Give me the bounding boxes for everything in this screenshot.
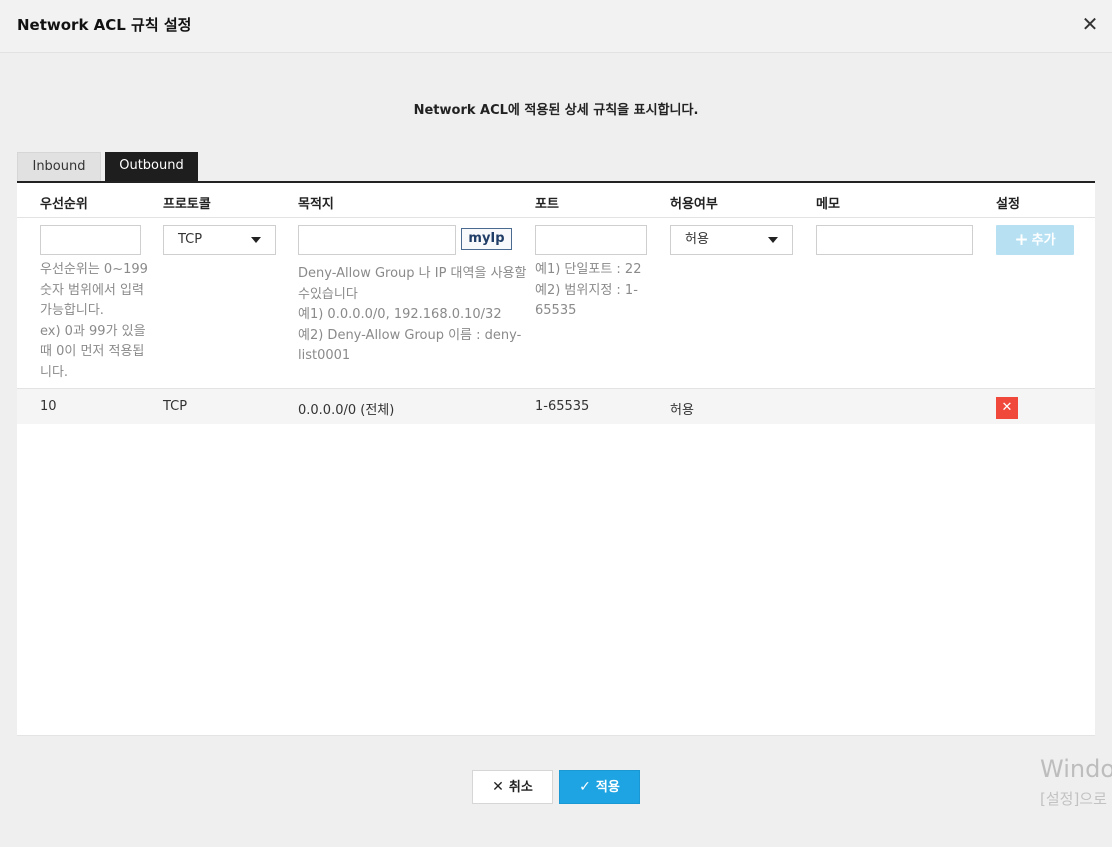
dialog-header: Network ACL 규칙 설정 ✕ — [0, 0, 1112, 53]
help-line: 예2) Deny-Allow Group 이름 : deny- — [298, 327, 522, 343]
help-line: ex) 0과 99가 있을 — [40, 323, 146, 339]
protocol-select-value: TCP — [178, 232, 203, 247]
row-port: 1-65535 — [535, 399, 590, 414]
new-rule-row: TCP myIp 허용 + 추가 우선순위는 0~199 숫자 범위에서 입력 가… — [17, 218, 1095, 389]
caret-down-icon — [768, 237, 778, 243]
header-port: 포트 — [535, 197, 559, 212]
add-rule-button[interactable]: + 추가 — [996, 225, 1074, 255]
header-protocol: 프로토콜 — [163, 197, 211, 212]
add-rule-label: 추가 — [1031, 233, 1056, 248]
destination-help: Deny-Allow Group 나 IP 대역을 사용할 수있습니다 예1) … — [298, 264, 528, 367]
dialog-description: Network ACL에 적용된 상세 규칙을 표시합니다. — [413, 103, 699, 118]
apply-label: 적용 — [595, 780, 620, 795]
row-priority: 10 — [40, 399, 57, 414]
help-line: Deny-Allow Group 나 IP 대역을 사용할 — [298, 266, 527, 281]
port-input[interactable] — [535, 225, 647, 255]
dialog-title: Network ACL 규칙 설정 — [17, 16, 192, 34]
cancel-label: 취소 — [508, 780, 533, 795]
memo-input[interactable] — [816, 225, 973, 255]
priority-input[interactable] — [40, 225, 141, 255]
tab-inbound[interactable]: Inbound — [17, 152, 101, 182]
header-settings: 설정 — [996, 197, 1020, 212]
help-line: 니다. — [40, 364, 69, 380]
help-line: 예2) 범위지정 : 1- — [535, 282, 638, 298]
port-help: 예1) 단일포트 : 22 예2) 범위지정 : 1- 65535 — [535, 260, 655, 322]
activation-watermark-title: Windo — [1040, 755, 1112, 783]
cancel-button[interactable]: ✕ 취소 — [472, 770, 553, 804]
header-allow: 허용여부 — [670, 197, 718, 212]
help-line: 가능합니다. — [40, 303, 104, 318]
close-icon[interactable]: ✕ — [1080, 14, 1100, 34]
myip-button[interactable]: myIp — [461, 228, 512, 250]
check-icon: ✓ — [579, 779, 591, 795]
table-row: 10 TCP 0.0.0.0/0 (전체) 1-65535 허용 ✕ — [17, 389, 1095, 424]
protocol-select[interactable]: TCP — [163, 225, 276, 255]
activation-watermark-text: [설정]으로 — [1040, 790, 1107, 808]
help-line: 예1) 0.0.0.0/0, 192.168.0.10/32 — [298, 307, 502, 322]
help-line: 숫자 범위에서 입력 — [40, 282, 144, 298]
table-header: 우선순위 프로토콜 목적지 포트 허용여부 메모 설정 — [17, 183, 1095, 218]
help-line: 수있습니다 — [298, 286, 358, 302]
plus-icon: + — [1014, 230, 1029, 250]
header-destination: 목적지 — [298, 197, 334, 212]
destination-input[interactable] — [298, 225, 456, 255]
priority-help: 우선순위는 0~199 숫자 범위에서 입력 가능합니다. ex) 0과 99가… — [40, 260, 150, 383]
help-line: 65535 — [535, 303, 577, 318]
help-line: 우선순위는 0~199 — [40, 262, 148, 277]
rules-panel: 우선순위 프로토콜 목적지 포트 허용여부 메모 설정 TCP myIp 허용 … — [17, 181, 1095, 736]
header-priority: 우선순위 — [40, 197, 88, 212]
help-line: 때 0이 먼저 적용됩 — [40, 344, 145, 359]
delete-rule-button[interactable]: ✕ — [996, 397, 1018, 419]
caret-down-icon — [251, 237, 261, 243]
tab-outbound[interactable]: Outbound — [105, 152, 198, 182]
row-destination: 0.0.0.0/0 (전체) — [298, 403, 395, 418]
allow-select[interactable]: 허용 — [670, 225, 793, 255]
allow-select-value: 허용 — [685, 232, 709, 247]
help-line: 예1) 단일포트 : 22 — [535, 262, 642, 277]
help-line: list0001 — [298, 348, 351, 363]
row-allow: 허용 — [670, 403, 694, 418]
row-protocol: TCP — [163, 399, 188, 414]
close-icon: ✕ — [492, 779, 504, 795]
header-memo: 메모 — [816, 197, 840, 212]
apply-button[interactable]: ✓ 적용 — [559, 770, 640, 804]
